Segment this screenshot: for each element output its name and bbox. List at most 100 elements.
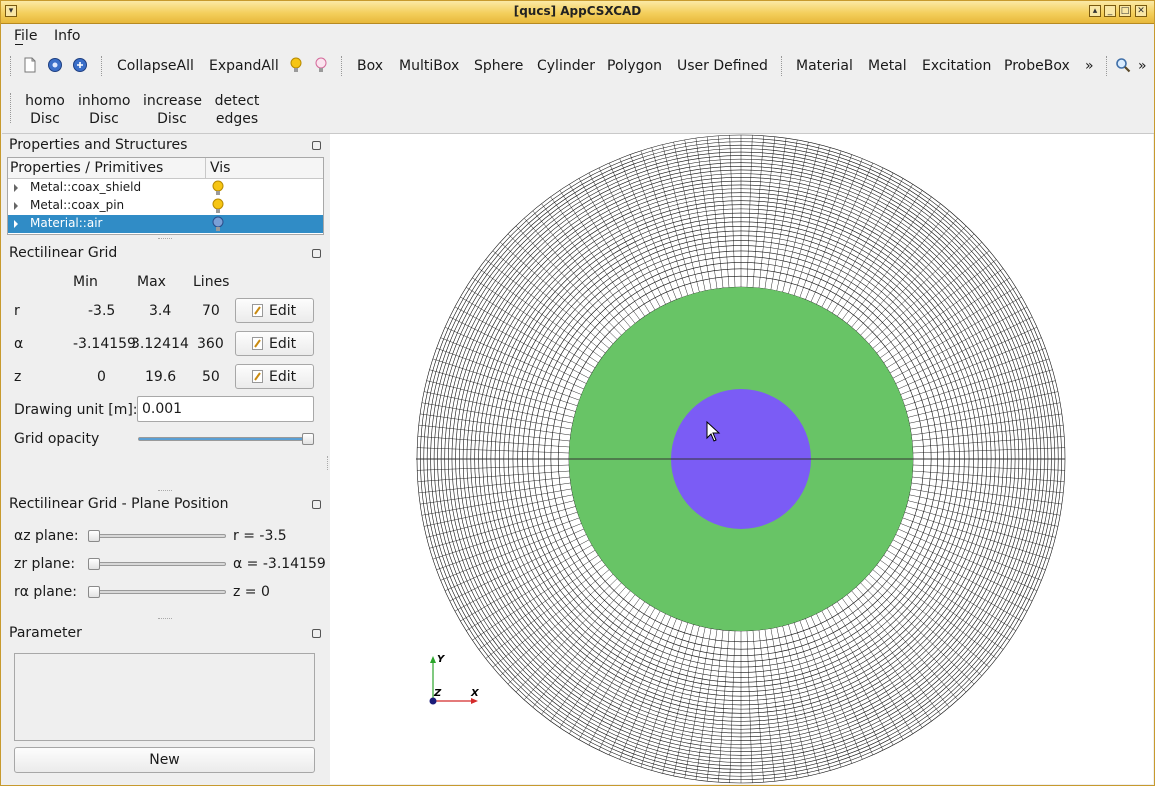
edit-r-button[interactable]: Edit: [235, 298, 314, 323]
mesh-angular-line: [449, 316, 587, 384]
mesh-angular-line: [598, 613, 666, 751]
maximize-icon[interactable]: □: [1119, 5, 1131, 17]
zr-plane-handle[interactable]: [88, 558, 100, 570]
cylinder-button[interactable]: Cylinder: [537, 58, 595, 74]
dock-resize-grip[interactable]: [158, 618, 172, 621]
probebox-button[interactable]: ProbeBox: [1004, 58, 1070, 74]
toolbar-extension-button[interactable]: »: [1085, 58, 1094, 74]
mesh-angular-line: [764, 138, 787, 289]
az-plane-handle[interactable]: [88, 530, 100, 542]
new-file-icon[interactable]: [22, 57, 38, 73]
material-button[interactable]: Material: [796, 58, 853, 74]
toolbar-separator: [341, 56, 344, 76]
az-plane-value: r = -3.5: [233, 528, 287, 544]
dock-resize-grip[interactable]: [158, 238, 172, 241]
hidden-bulb-icon[interactable]: [210, 216, 226, 232]
increase-disc-button[interactable]: increase Disc: [143, 92, 202, 128]
mesh-angular-line: [752, 630, 764, 783]
mesh-angular-line: [729, 135, 736, 288]
3d-viewport[interactable]: Y Z X: [330, 134, 1153, 784]
homo-disc-button[interactable]: homo Disc: [24, 92, 66, 128]
z-axis-label: Z: [433, 688, 442, 699]
close-icon[interactable]: ✕: [1135, 5, 1147, 17]
mesh-view-svg[interactable]: Y Z X: [330, 134, 1153, 784]
increase-disc-label-2: Disc: [157, 111, 187, 127]
polygon-button[interactable]: Polygon: [607, 58, 662, 74]
mesh-angular-line: [609, 616, 672, 756]
hide-all-bulb-icon[interactable]: [313, 57, 329, 73]
box-button[interactable]: Box: [357, 58, 383, 74]
zr-plane-label: zr plane:: [14, 556, 76, 572]
open-file-icon[interactable]: [47, 57, 63, 73]
tree-header-name[interactable]: Properties / Primitives: [10, 160, 163, 176]
tree-item-coax-pin[interactable]: Metal::coax_pin: [8, 197, 323, 215]
metal-button[interactable]: Metal: [868, 58, 907, 74]
menu-file[interactable]: File: [14, 28, 37, 44]
shade-icon[interactable]: ▴: [1089, 5, 1101, 17]
mesh-angular-line: [500, 573, 614, 676]
mesh-angular-line: [420, 482, 571, 505]
tree-header: Properties / Primitives Vis: [8, 158, 323, 179]
visible-bulb-icon[interactable]: [210, 180, 226, 196]
grid-opacity-fill: [139, 438, 313, 440]
dock-float-icon[interactable]: [312, 249, 321, 258]
sphere-button[interactable]: Sphere: [474, 58, 523, 74]
dock-float-icon[interactable]: [312, 500, 321, 509]
mesh-angular-line: [898, 327, 1038, 390]
toolbar-separator: [1106, 56, 1109, 76]
x-axis-label: X: [470, 688, 480, 699]
dock-float-icon[interactable]: [312, 141, 321, 150]
ra-plane-slider[interactable]: [88, 590, 226, 594]
mesh-angular-line: [876, 259, 997, 354]
tree-item-coax-shield[interactable]: Metal::coax_shield: [8, 179, 323, 197]
grid-opacity-slider[interactable]: [138, 437, 314, 441]
edit-button-label: Edit: [269, 336, 297, 352]
expand-arrow-icon[interactable]: [14, 220, 18, 228]
grid-col-lines: Lines: [193, 274, 230, 290]
toolbar-separator: [781, 56, 784, 76]
properties-tree[interactable]: Properties / Primitives Vis Metal::coax_…: [7, 157, 324, 235]
zr-plane-slider[interactable]: [88, 562, 226, 566]
show-all-bulb-icon[interactable]: [288, 57, 304, 73]
user-defined-button[interactable]: User Defined: [677, 58, 768, 74]
minimize-icon[interactable]: _: [1104, 5, 1116, 17]
grid-opacity-label: Grid opacity: [14, 431, 100, 447]
mesh-angular-line: [417, 464, 570, 471]
parameter-list[interactable]: [14, 653, 315, 741]
az-plane-slider[interactable]: [88, 534, 226, 538]
mesh-angular-line: [417, 470, 570, 482]
dock-float-icon[interactable]: [312, 629, 321, 638]
expand-all-button[interactable]: ExpandAll: [209, 58, 279, 74]
collapse-all-button[interactable]: CollapseAll: [117, 58, 194, 74]
new-parameter-button[interactable]: New: [14, 747, 315, 773]
grid-opacity-handle[interactable]: [302, 433, 314, 445]
visible-bulb-icon[interactable]: [210, 198, 226, 214]
mesh-toolbar: homo Disc inhomo Disc increase Disc dete…: [2, 85, 1154, 134]
edit-alpha-button[interactable]: Edit: [235, 331, 314, 356]
detect-edges-button[interactable]: detect edges: [214, 92, 260, 128]
expand-arrow-icon[interactable]: [14, 202, 18, 210]
zoom-search-icon[interactable]: [1115, 57, 1131, 73]
app-window: ▾ [qucs] AppCSXCAD ▴ _ □ ✕ File Info Col…: [0, 0, 1155, 786]
y-axis-arrow-icon: [430, 656, 436, 663]
menu-bar: File Info: [2, 24, 1154, 48]
title-bar[interactable]: ▾ [qucs] AppCSXCAD ▴ _ □ ✕: [1, 1, 1154, 24]
inhomo-disc-button[interactable]: inhomo Disc: [78, 92, 130, 128]
menu-info[interactable]: Info: [54, 28, 81, 44]
edit-z-button[interactable]: Edit: [235, 364, 314, 389]
expand-arrow-icon[interactable]: [14, 184, 18, 192]
dock-resize-grip[interactable]: [158, 490, 172, 493]
toolbar-extension-button-2[interactable]: »: [1138, 58, 1147, 74]
save-file-icon[interactable]: [72, 57, 88, 73]
mesh-angular-line: [598, 167, 666, 305]
drawing-unit-input[interactable]: 0.001: [137, 396, 314, 422]
grid-dock-title: Rectilinear Grid: [9, 245, 118, 261]
mesh-angular-line: [758, 136, 776, 288]
multibox-button[interactable]: MultiBox: [399, 58, 459, 74]
mesh-angular-line: [706, 136, 724, 288]
grid-axis-r: r: [14, 303, 20, 319]
tree-header-vis[interactable]: Vis: [210, 160, 230, 176]
ra-plane-handle[interactable]: [88, 586, 100, 598]
tree-item-air[interactable]: Material::air: [8, 215, 323, 233]
excitation-button[interactable]: Excitation: [922, 58, 991, 74]
